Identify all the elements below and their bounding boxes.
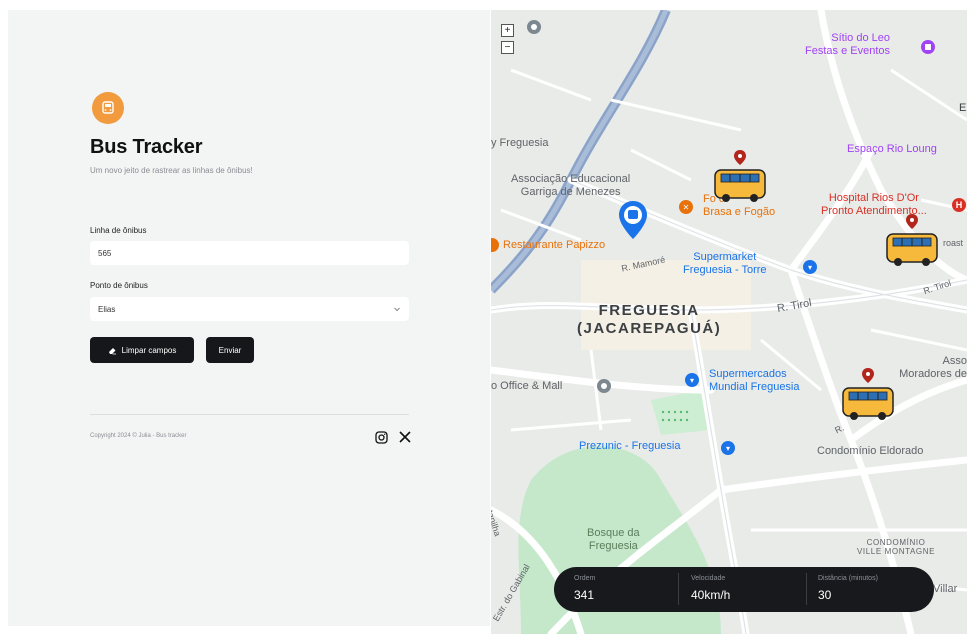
place-office-mall[interactable]: o Office & Mall	[491, 380, 562, 393]
info-divider-2	[806, 573, 807, 605]
mall-pin-icon[interactable]	[597, 379, 611, 393]
bus-marker-icon[interactable]	[713, 150, 767, 206]
app-title: Bus Tracker	[90, 136, 203, 158]
bus-stop-marker-icon[interactable]	[618, 200, 648, 240]
bus-info-bar: Ordem 341 Velocidade 40km/h Distância (m…	[554, 567, 934, 612]
stop-label: Ponto de ônibus	[90, 281, 148, 290]
line-input[interactable]: 565	[90, 241, 409, 265]
place-sitio[interactable]: Sítio do Leo Festas e Eventos	[805, 32, 890, 57]
place-ville-montagne[interactable]: CONDOMÍNIO VILLE MONTAGNE	[857, 538, 935, 556]
x-link[interactable]	[398, 430, 412, 444]
app-logo	[92, 92, 124, 124]
divider	[90, 414, 409, 415]
restaurant-icon[interactable]: ✕	[679, 200, 693, 214]
street-roast: roast	[943, 238, 964, 248]
stop-select-value: Elias	[98, 304, 116, 314]
bus-marker-icon-3[interactable]	[841, 368, 895, 424]
clear-fields-button[interactable]: Limpar campos	[90, 337, 194, 363]
place-bosque[interactable]: Bosque da Freguesia	[587, 527, 640, 552]
submit-button[interactable]: Enviar	[206, 337, 254, 363]
speed-value: 40km/h	[691, 588, 731, 602]
place-associacao[interactable]: Associação Educacional Garriga de Menezes	[511, 173, 630, 198]
hospital-icon[interactable]: H	[952, 198, 966, 212]
zoom-out-button[interactable]: −	[501, 41, 514, 54]
place-pin-icon[interactable]	[527, 20, 541, 34]
place-condominio-eldorado[interactable]: Condomínio Eldorado	[817, 445, 923, 458]
place-villar[interactable]: Villar	[933, 583, 957, 596]
bus-marker-icon-2[interactable]	[885, 214, 939, 270]
stop-select[interactable]: Elias	[90, 297, 409, 321]
shopping-cart-icon-2[interactable]: ▾	[685, 373, 699, 387]
instagram-icon	[374, 430, 388, 444]
clear-fields-label: Limpar campos	[121, 345, 177, 355]
shopping-cart-icon[interactable]: ▾	[803, 260, 817, 274]
line-label: Linha de ônibus	[90, 226, 147, 235]
place-supermarket[interactable]: Supermarket Freguesia - Torre	[683, 251, 767, 276]
place-supermercados[interactable]: Supermercados Mundial Freguesia	[709, 368, 800, 393]
side-panel: Bus Tracker Um novo jeito de rastrear as…	[8, 10, 490, 626]
eraser-icon	[108, 347, 116, 354]
zoom-in-button[interactable]: +	[501, 24, 514, 37]
place-prezunic[interactable]: Prezunic - Freguesia	[579, 440, 681, 453]
speed-stat: Velocidade 40km/h	[691, 575, 730, 602]
submit-label: Enviar	[218, 345, 242, 355]
info-divider	[678, 573, 679, 605]
speed-label: Velocidade	[691, 575, 726, 582]
order-value: 341	[574, 588, 595, 602]
distance-value: 30	[818, 588, 832, 602]
event-pin-icon[interactable]	[921, 40, 935, 54]
copyright-text: Copyright 2024 © Julia - Bus tracker	[90, 433, 187, 439]
distance-stat: Distância (minutos) 30	[818, 575, 878, 602]
line-input-value: 565	[98, 248, 112, 258]
x-icon	[399, 431, 411, 443]
order-label: Ordem	[574, 575, 596, 582]
app-subtitle: Um novo jeito de rastrear as linhas de ô…	[90, 166, 253, 175]
place-espaco[interactable]: Espaço Rio Loung	[847, 143, 937, 156]
bus-icon	[102, 101, 114, 114]
edge-label: E	[959, 102, 967, 114]
map-view[interactable]: + − Sítio do Leo Festas e Eventos E y Fre…	[491, 10, 967, 634]
order-stat: Ordem 341	[574, 575, 595, 602]
shopping-cart-icon-3[interactable]: ▾	[721, 441, 735, 455]
distance-label: Distância (minutos)	[818, 575, 878, 582]
instagram-link[interactable]	[374, 430, 388, 444]
place-restaurante-papizzo[interactable]: Restaurante Papizzo	[503, 239, 605, 252]
chevron-down-icon	[394, 307, 400, 312]
district-label: FREGUESIA (JACAREPAGUÁ)	[577, 302, 722, 337]
place-freguesia-nw[interactable]: y Freguesia	[491, 137, 548, 150]
